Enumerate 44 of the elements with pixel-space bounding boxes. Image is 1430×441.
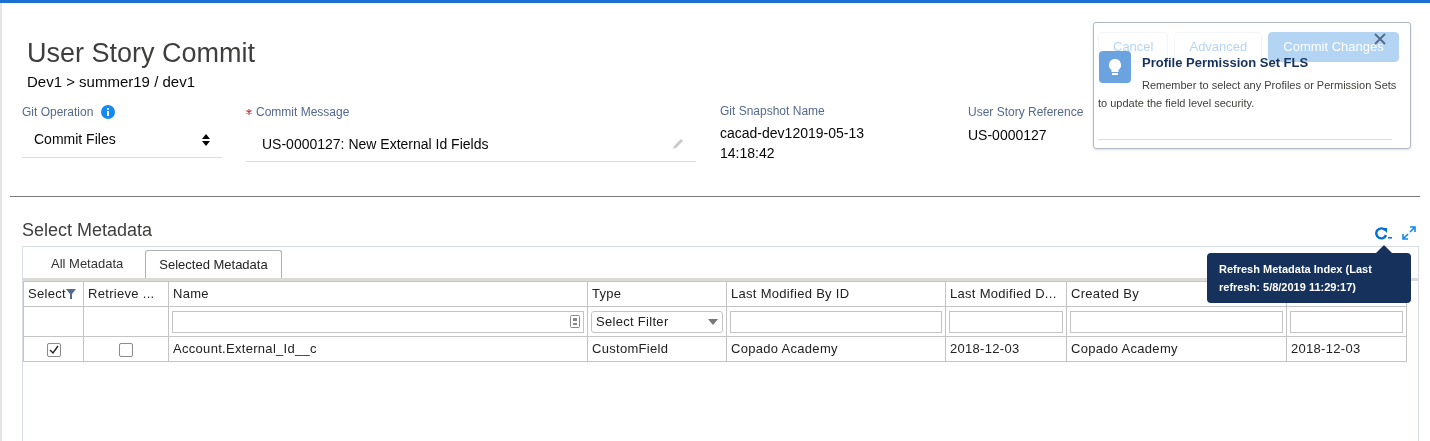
lightbulb-icon	[1099, 51, 1131, 83]
page-title: User Story Commit	[27, 37, 256, 70]
filter-field[interactable]	[1070, 310, 1283, 333]
sort-arrows-icon	[202, 133, 210, 146]
popover-message: Remember to select any Profiles or Permission Sets to update the field level security.	[1098, 78, 1398, 111]
field-label: User Story Reference	[968, 104, 1084, 121]
section-title: Select Metadata	[22, 219, 153, 241]
name-filter-field[interactable]	[172, 310, 584, 333]
table-cell: Copado Academy	[1066, 336, 1287, 362]
table-cell: Copado Academy	[726, 336, 946, 362]
filter-field[interactable]	[949, 310, 1063, 333]
column-header[interactable]: Last Modified By ID	[726, 281, 946, 307]
field-label: Commit Message	[256, 104, 350, 121]
field-label: Git Snapshot Name	[720, 103, 825, 120]
type-filter-select[interactable]: Select Filter	[591, 310, 723, 333]
checkbox[interactable]	[46, 342, 61, 357]
filter-field[interactable]	[730, 310, 942, 333]
tooltip: Refresh Metadata Index (Last refresh: 5/8/2019 11:29:17)	[1207, 253, 1411, 303]
info-icon[interactable]	[101, 105, 116, 119]
column-header[interactable]: Type	[587, 281, 727, 307]
popover-title: Profile Permission Set FLS	[1142, 54, 1309, 72]
contact-card-icon[interactable]	[570, 314, 580, 328]
field-label: Git Operation	[22, 104, 94, 121]
column-header[interactable]: Select	[23, 281, 84, 307]
refresh-icon[interactable]	[1374, 226, 1392, 240]
column-header[interactable]: Name	[168, 281, 588, 307]
column-header[interactable]: Last Modified D...	[945, 281, 1067, 307]
tab[interactable]: Selected Metadata	[145, 250, 282, 278]
filter-icon[interactable]	[65, 289, 76, 299]
field-value: cacad-dev12019-05-13 14:18:42	[720, 124, 865, 163]
breadcrumb: Dev1 > summer19 / dev1	[27, 72, 195, 92]
commit-message-field[interactable]: US-0000127: New External Id Fields	[246, 126, 696, 162]
tab[interactable]: All Metadata	[33, 250, 142, 278]
git-operation-select[interactable]: Commit Files	[22, 122, 222, 158]
table-cell: 2018-12-03	[945, 336, 1067, 362]
expand-icon[interactable]	[1402, 226, 1416, 240]
table-cell: Account.External_Id__c	[168, 336, 588, 362]
table-cell: 2018-12-03	[1286, 336, 1407, 362]
checkbox[interactable]	[119, 342, 133, 357]
caret-icon	[708, 318, 718, 325]
field-value: US-0000127	[968, 126, 1048, 145]
table-cell: CustomField	[587, 336, 727, 362]
column-header[interactable]: Retrieve ...	[83, 281, 169, 307]
filter-field[interactable]	[1290, 310, 1403, 333]
